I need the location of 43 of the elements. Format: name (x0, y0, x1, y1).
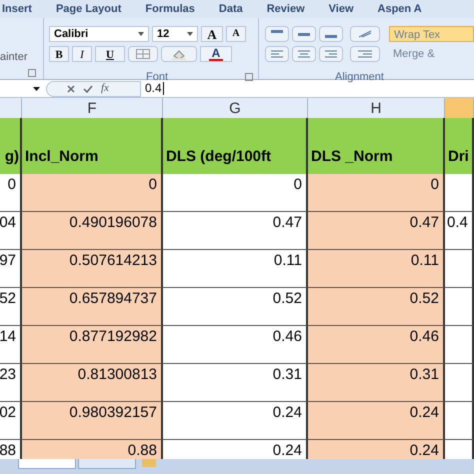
sheet-tab[interactable] (18, 459, 76, 469)
ribbon-tab[interactable]: View (328, 0, 354, 18)
header-cell: Incl_Norm (22, 118, 163, 174)
align-left-icon[interactable] (265, 46, 289, 62)
align-right-icon[interactable] (319, 46, 343, 62)
indent-icon[interactable] (350, 46, 380, 62)
header-cell: DLS (deg/100ft (163, 118, 308, 174)
ribbon-tab[interactable]: Formulas (145, 0, 195, 18)
bold-button[interactable]: B (49, 46, 69, 62)
underline-button[interactable]: U (95, 46, 125, 62)
enter-icon[interactable] (83, 84, 93, 92)
align-center-icon[interactable] (292, 46, 316, 62)
formula-input[interactable]: 0.4 (145, 82, 164, 95)
italic-button[interactable]: I (72, 46, 92, 62)
font-size-field[interactable]: 12 (152, 26, 198, 42)
align-bottom-icon[interactable] (319, 26, 343, 42)
insert-function-button[interactable]: fx (101, 80, 109, 97)
shrink-font-button[interactable]: A (226, 26, 246, 42)
align-top-icon[interactable] (265, 26, 289, 42)
dropdown-arrow-icon[interactable] (138, 32, 144, 36)
dropdown-arrow-icon[interactable] (187, 32, 193, 36)
font-name-field[interactable]: Calibri (49, 26, 149, 42)
ribbon-tab[interactable]: Review (266, 0, 305, 18)
launcher-icon[interactable] (244, 73, 253, 82)
align-middle-icon[interactable] (292, 26, 316, 42)
header-cell: DLS _Norm (308, 118, 445, 174)
group-label: Font (146, 70, 168, 84)
header-cell: Dri (445, 118, 474, 174)
header-cell: g) (0, 118, 22, 174)
borders-icon[interactable] (128, 46, 158, 62)
grow-font-button[interactable]: A (201, 26, 223, 42)
font-color-button[interactable]: A (200, 46, 232, 62)
group-label: Alignment (335, 70, 385, 85)
ribbon-tab[interactable]: Page Layout (56, 0, 122, 18)
ribbon-tab[interactable]: Insert (2, 0, 32, 18)
fill-color-icon[interactable] (161, 46, 197, 62)
orientation-icon[interactable] (350, 26, 380, 42)
cancel-icon[interactable] (67, 84, 75, 92)
launcher-icon[interactable] (28, 69, 36, 77)
ribbon-tab[interactable]: Data (218, 0, 243, 18)
ribbon-tab[interactable]: Aspen A (378, 0, 422, 18)
dropdown-arrow-icon[interactable] (33, 86, 40, 90)
format-painter-label[interactable]: ainter (0, 48, 28, 65)
